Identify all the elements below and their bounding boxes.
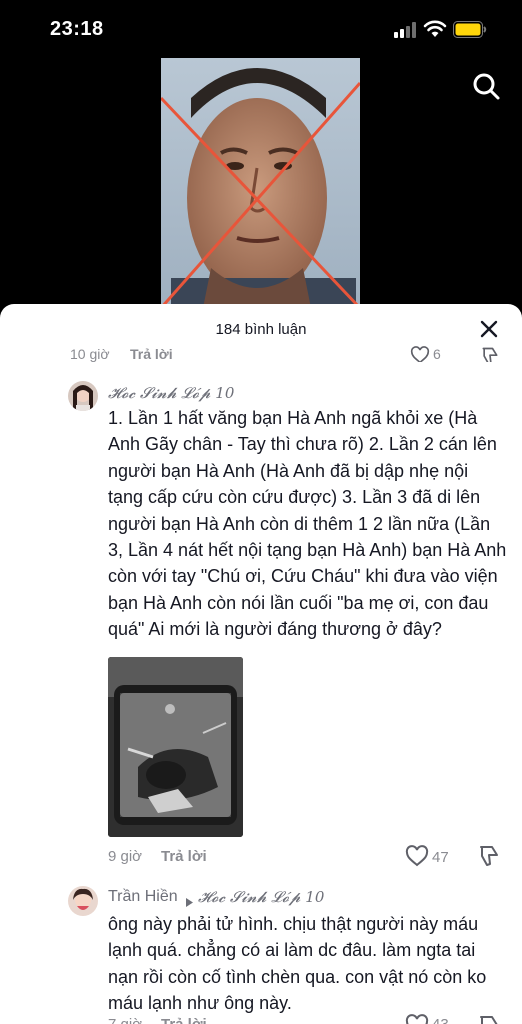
heart-icon[interactable]: [405, 1014, 429, 1024]
video-thumbnail: [161, 58, 360, 308]
like-count: 43: [432, 1016, 449, 1024]
comment-username[interactable]: 𝓗𝓸𝓬 𝓢𝓲𝓷𝓱 𝓛𝓸́𝓹 10: [108, 384, 234, 402]
reply-arrow-icon: [186, 894, 193, 907]
comment-time: 9 giờ: [108, 848, 143, 865]
avatar[interactable]: [68, 886, 98, 916]
avatar[interactable]: [68, 381, 98, 411]
reply-to-username[interactable]: 𝓗𝓸𝓬 𝓢𝓲𝓷𝓱 𝓛𝓸́𝓹 10: [198, 888, 324, 906]
reply-button[interactable]: Trả lời: [161, 848, 207, 865]
comment-time: 7 giờ: [108, 1016, 142, 1024]
comment-photo[interactable]: [108, 657, 243, 837]
dislike-icon[interactable]: [478, 1014, 500, 1024]
comment-text: 1. Lần 1 hất văng bạn Hà Anh ngã khỏi xe…: [108, 408, 507, 640]
previous-comment-meta: 10 giờ Trả lời 6: [0, 340, 522, 362]
reply-button[interactable]: Trả lời: [161, 1016, 207, 1024]
reply-button[interactable]: Trả lời: [130, 346, 173, 362]
status-bar: 23:18: [0, 0, 522, 60]
search-icon[interactable]: [470, 70, 502, 102]
battery-icon: [453, 21, 487, 38]
comment-text: ông này phải tử hình. chịu thật người nà…: [108, 914, 487, 1014]
dislike-icon[interactable]: [480, 346, 500, 362]
heart-icon[interactable]: [405, 845, 429, 867]
cellular-signal-icon: [394, 22, 418, 38]
heart-icon[interactable]: [410, 346, 430, 362]
like-count: 6: [433, 346, 441, 362]
status-time: 23:18: [50, 18, 104, 40]
wifi-icon: [423, 20, 447, 38]
comment-count: 184 bình luận: [215, 321, 307, 338]
comment-time: 10 giờ: [70, 346, 110, 362]
comment-username[interactable]: Trần Hiền: [108, 888, 178, 906]
like-count: 47: [432, 849, 449, 866]
close-icon[interactable]: [478, 318, 500, 340]
dislike-icon[interactable]: [478, 844, 500, 868]
comments-sheet: 184 bình luận 10 giờ Trả lời 6 𝓗𝓸𝓬 𝓢𝓲𝓷𝓱 …: [0, 304, 522, 1024]
